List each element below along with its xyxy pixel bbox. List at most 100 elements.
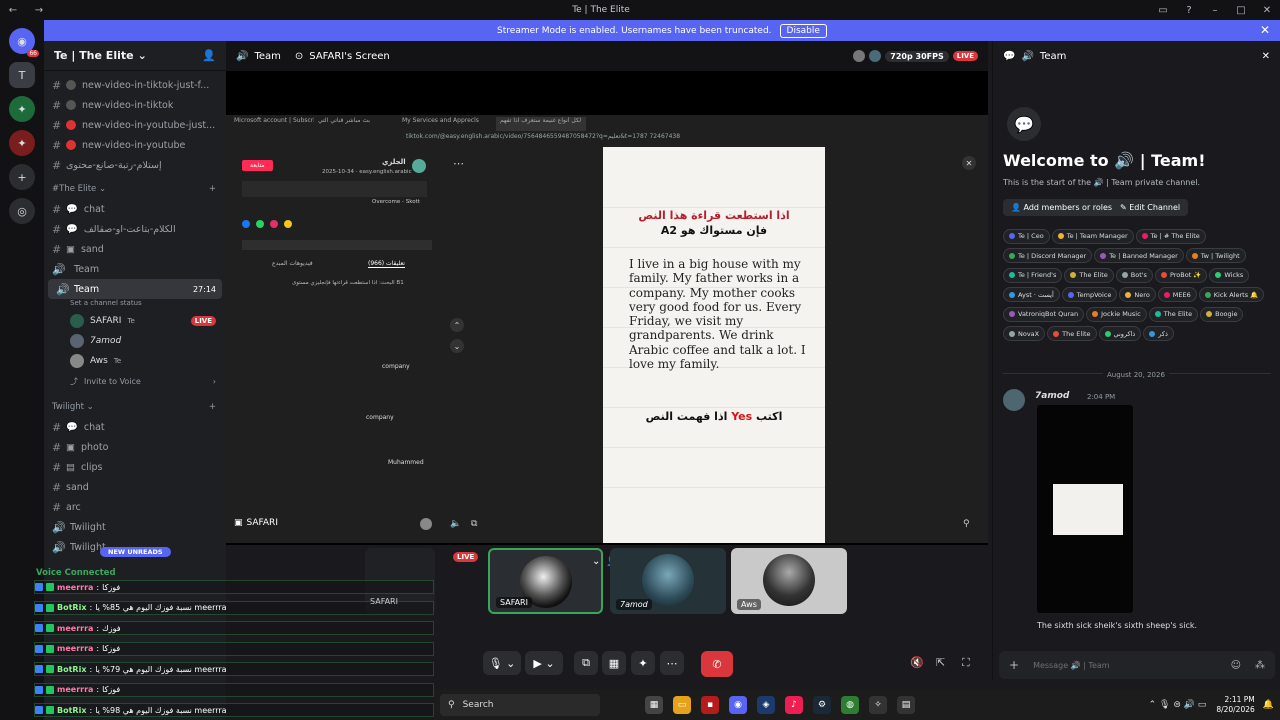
- role-chip[interactable]: Jockie Music: [1086, 306, 1147, 322]
- folder-icon[interactable]: ▭: [673, 696, 691, 714]
- whatsapp-icon[interactable]: [256, 220, 264, 228]
- copy-link-row[interactable]: [242, 240, 432, 250]
- clock[interactable]: 2:11 PM 8/20/2026: [1216, 695, 1254, 715]
- close-panel-icon[interactable]: ✕: [1262, 51, 1270, 62]
- role-chip[interactable]: VatroniqBot Quran: [1003, 306, 1085, 322]
- role-chip[interactable]: The Elite: [1064, 267, 1114, 283]
- discord-home-icon[interactable]: ◉ 66: [9, 28, 39, 57]
- close-window-button[interactable]: ✕: [1254, 5, 1280, 16]
- tab-comments[interactable]: (966) تعليقات: [368, 260, 405, 268]
- participant-tile-safari[interactable]: SAFARI: [488, 548, 603, 614]
- participant-tile-aws[interactable]: Aws: [731, 548, 847, 614]
- role-chip[interactable]: Te | Team Manager: [1051, 228, 1134, 244]
- tab-creator-videos[interactable]: فيديوهات المبدع: [272, 260, 313, 267]
- add-channel-icon[interactable]: +: [209, 184, 216, 194]
- role-chip[interactable]: MEE6: [1157, 287, 1197, 302]
- zoom-icon[interactable]: ⚲: [963, 519, 970, 529]
- more-options-button[interactable]: ⋯: [660, 651, 684, 675]
- fullscreen-icon[interactable]: ⛶: [962, 656, 970, 670]
- app-icon[interactable]: ✧: [869, 696, 887, 714]
- app-icon[interactable]: ▦: [645, 696, 663, 714]
- close-video-icon[interactable]: ✕: [962, 156, 976, 170]
- role-chip[interactable]: Boogie: [1200, 306, 1244, 322]
- channel-item[interactable]: # ▣ photo: [44, 437, 226, 457]
- role-chip[interactable]: TempVoice: [1061, 287, 1118, 302]
- role-chip[interactable]: The Elite: [1148, 306, 1199, 322]
- activities-button[interactable]: ▦: [602, 651, 626, 675]
- server-icon-te[interactable]: T: [9, 62, 35, 88]
- disconnect-button[interactable]: ✆: [701, 651, 733, 677]
- mute-button[interactable]: 🎙 ⌄: [483, 651, 521, 675]
- edit-channel-button[interactable]: ✎ Edit Channel: [1112, 199, 1189, 216]
- close-banner-icon[interactable]: ✕: [1260, 23, 1270, 37]
- category-the-elite[interactable]: #The Elite ⌄ +: [44, 179, 226, 199]
- role-chip[interactable]: NovaX: [1003, 326, 1046, 341]
- role-chip[interactable]: Nero: [1119, 287, 1156, 302]
- role-chip[interactable]: Kick Alerts 🔔: [1198, 287, 1265, 302]
- taskbar-search[interactable]: ⚲ Search: [440, 694, 600, 716]
- chevron-down-icon[interactable]: ⌄: [450, 339, 464, 353]
- app-icon[interactable]: ▪: [701, 696, 719, 714]
- channel-item[interactable]: # sand: [44, 477, 226, 497]
- channel-item[interactable]: # 💬 chat: [44, 199, 226, 219]
- server-icon-3[interactable]: ✦: [9, 130, 35, 156]
- app-icon[interactable]: ◈: [757, 696, 775, 714]
- voice-member[interactable]: SAFARI Te LIVE: [44, 311, 226, 331]
- minimize-button[interactable]: –: [1202, 5, 1228, 16]
- channel-status[interactable]: Set a channel status: [44, 299, 226, 311]
- discord-icon[interactable]: ◉: [729, 696, 747, 714]
- role-chip[interactable]: Wicks: [1209, 267, 1250, 283]
- more-icon[interactable]: ⋯: [453, 157, 464, 170]
- forward-icon[interactable]: →: [26, 5, 52, 16]
- message-author[interactable]: 7amod: [1035, 391, 1069, 401]
- app-icon[interactable]: ▤: [897, 696, 915, 714]
- follow-button[interactable]: متابعة: [242, 160, 273, 171]
- add-members-button[interactable]: 👤 Add members or roles: [1003, 199, 1121, 216]
- role-chip[interactable]: Bot's: [1115, 267, 1153, 283]
- role-chip[interactable]: Te | # The Elite: [1135, 228, 1206, 244]
- emoji-icon[interactable]: ☺: [1231, 660, 1241, 671]
- facebook-icon[interactable]: [242, 220, 250, 228]
- role-chip[interactable]: Te | Discord Manager: [1003, 248, 1093, 263]
- video-attachment[interactable]: [1037, 405, 1133, 613]
- emoji-icon[interactable]: [284, 220, 292, 228]
- steam-icon[interactable]: ⚙: [813, 696, 831, 714]
- channel-item[interactable]: # إستلام-رتبة-صانع-محتوى: [44, 155, 226, 175]
- inbox-icon[interactable]: ▭: [1150, 5, 1176, 16]
- voice-channel-item[interactable]: 🔊 Twilight: [44, 517, 226, 537]
- channel-item[interactable]: # new-video-in-youtube-just...: [44, 115, 226, 135]
- voice-member[interactable]: Aws Te: [44, 351, 226, 371]
- add-friend-icon[interactable]: 👤: [202, 49, 216, 62]
- role-chip[interactable]: ذاكروني: [1098, 326, 1142, 341]
- camera-button[interactable]: ▶ ⌄: [525, 651, 563, 675]
- channel-item[interactable]: # ▤ clips: [44, 457, 226, 477]
- add-server-icon[interactable]: +: [9, 164, 35, 190]
- role-chip[interactable]: Te | Banned Manager: [1094, 248, 1184, 263]
- chrome-icon[interactable]: ◍: [841, 696, 859, 714]
- channel-item[interactable]: # 💬 الكلام-بتاعت-او-صقالف: [44, 219, 226, 239]
- apps-icon[interactable]: ⁂: [1255, 660, 1265, 671]
- popout-icon[interactable]: ⇱: [936, 656, 945, 669]
- help-icon[interactable]: ?: [1176, 5, 1202, 16]
- screen-share-button[interactable]: ⧉: [574, 651, 598, 675]
- plus-icon[interactable]: +: [1009, 658, 1019, 672]
- disable-button[interactable]: Disable: [779, 23, 827, 38]
- back-icon[interactable]: ←: [0, 5, 26, 16]
- chevron-down-icon[interactable]: ⌄: [592, 556, 600, 567]
- role-chip[interactable]: Tw | Twilight: [1185, 248, 1246, 263]
- channel-item[interactable]: # 💬 chat: [44, 417, 226, 437]
- role-chip[interactable]: ذكر: [1143, 326, 1174, 341]
- new-unreads-pill[interactable]: NEW UNREADS: [100, 547, 171, 557]
- channel-item[interactable]: # new-video-in-youtube: [44, 135, 226, 155]
- channel-item[interactable]: # arc: [44, 497, 226, 517]
- voice-member[interactable]: 7amod: [44, 331, 226, 351]
- server-icon-2[interactable]: ✦: [9, 96, 35, 122]
- channel-item[interactable]: # new-video-in-tiktok: [44, 95, 226, 115]
- viewer-avatar[interactable]: [869, 50, 882, 62]
- instagram-icon[interactable]: [270, 220, 278, 228]
- notification-icon[interactable]: 🔔: [1263, 700, 1274, 710]
- viewer-avatar[interactable]: [853, 50, 866, 62]
- role-chip[interactable]: The Elite: [1047, 326, 1097, 341]
- role-chip[interactable]: ProBot ✨: [1154, 267, 1208, 283]
- tiktok-video[interactable]: اذا استطعت قراءة هذا النص فإن مستواك هو …: [603, 147, 825, 543]
